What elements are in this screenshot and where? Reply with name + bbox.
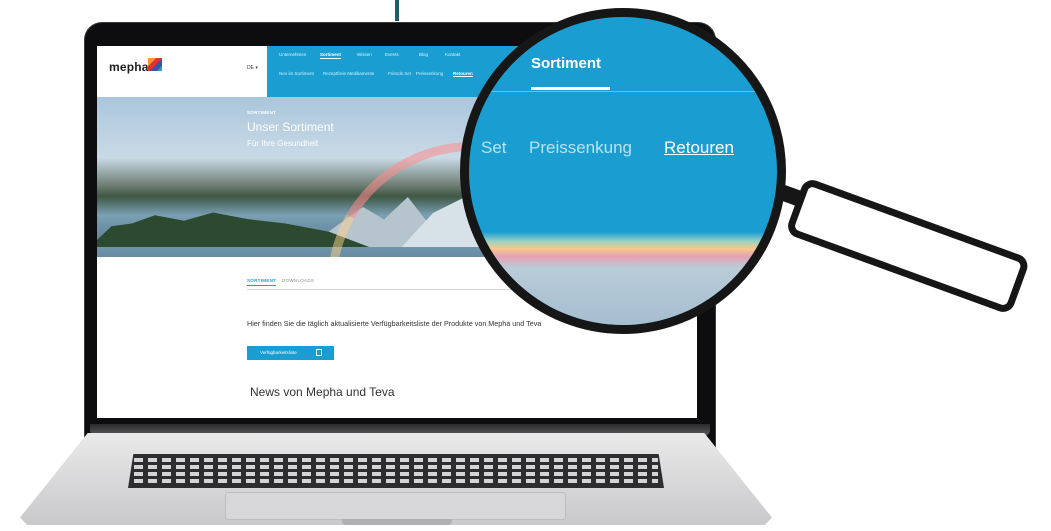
laptop-front-notch bbox=[342, 519, 452, 525]
laptop-keyboard bbox=[128, 454, 664, 488]
tab-downloads[interactable]: DOWNLOADS bbox=[282, 278, 314, 283]
lens-subnav-retouren: Retouren bbox=[664, 138, 734, 157]
lens-subnav-set: Set bbox=[481, 138, 507, 157]
tab-sortiment[interactable]: SORTIMENT bbox=[247, 278, 277, 286]
subnav-item-neu[interactable]: Neu im Sortiment bbox=[279, 71, 314, 76]
hero-subtitle: Für Ihre Gesundheit bbox=[247, 139, 319, 148]
lens-divider bbox=[469, 91, 777, 92]
laptop-cable bbox=[395, 0, 399, 21]
nav-item-unternehmen[interactable]: Unternehmen bbox=[279, 52, 306, 57]
nav-item-blog[interactable]: Blog bbox=[419, 52, 428, 57]
language-select[interactable]: DE ▾ bbox=[247, 65, 258, 71]
subnav-item-retouren[interactable]: Retouren bbox=[453, 71, 473, 76]
mepha-logo[interactable]: mepha bbox=[109, 60, 149, 74]
news-heading: News von Mepha und Teva bbox=[250, 385, 395, 399]
magnifier-lens: Sortiment Set Preissenkung Retouren bbox=[460, 8, 786, 334]
lens-active-indicator bbox=[531, 87, 610, 90]
subnav-item-preissenkung[interactable]: Preissenkung bbox=[416, 71, 443, 76]
laptop-trackpad bbox=[225, 492, 566, 520]
nav-item-wissen[interactable]: Wissen bbox=[357, 52, 372, 57]
magnifier-handle bbox=[784, 176, 1031, 316]
flag-logo-icon[interactable] bbox=[148, 58, 162, 71]
document-icon bbox=[316, 349, 322, 356]
nav-item-kontakt[interactable]: Kontakt bbox=[445, 52, 460, 57]
availability-list-label: Verfügbarkeitsliste bbox=[260, 350, 297, 355]
nav-item-events[interactable]: Events bbox=[385, 52, 399, 57]
lens-subnav-preissenkung: Preissenkung bbox=[529, 138, 633, 157]
lens-rainbow-band bbox=[469, 232, 777, 325]
nav-item-sortiment[interactable]: Sortiment bbox=[320, 52, 342, 59]
subnav-item-rezeptfrei[interactable]: Rezeptfreie Medikamente bbox=[323, 71, 374, 76]
hero-title: Unser Sortiment bbox=[247, 120, 334, 134]
hero-kicker: SORTIMENT bbox=[247, 110, 277, 115]
availability-list-button[interactable]: Verfügbarkeitsliste bbox=[247, 346, 334, 360]
subnav-item-friends-set[interactable]: Friends Set bbox=[388, 71, 411, 76]
lens-nav-sortiment: Sortiment bbox=[531, 55, 602, 72]
